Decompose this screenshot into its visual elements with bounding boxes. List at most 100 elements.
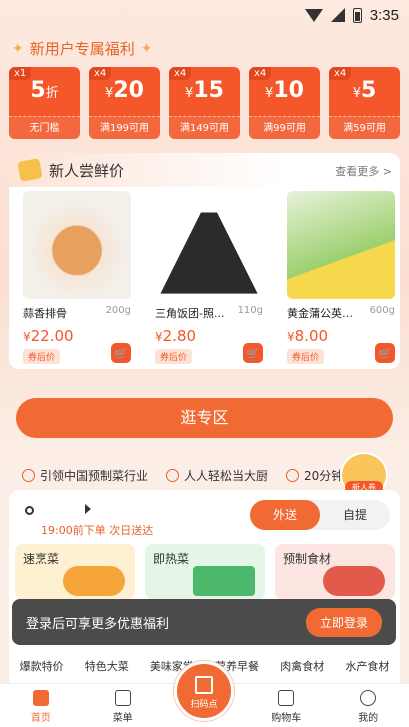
wifi-icon <box>304 8 323 22</box>
category-image <box>323 566 385 596</box>
product-price-value: 22.00 <box>30 327 74 345</box>
category-card[interactable]: 即热菜 <box>145 544 265 600</box>
category-label: 速烹菜 <box>23 552 60 566</box>
status-time: 3:35 <box>369 6 399 24</box>
nav-label: 菜单 <box>112 713 133 724</box>
currency-symbol: ¥ <box>352 86 361 101</box>
coupon-card[interactable]: x4 ¥5 满59可用 <box>329 67 400 139</box>
status-bar: 3:35 <box>0 0 409 30</box>
nav-profile[interactable]: 我的 <box>338 690 398 724</box>
product-price-value: 8.00 <box>294 327 329 345</box>
toast-message: 登录后可享更多优惠福利 <box>26 616 170 632</box>
scan-label: 扫码点 <box>190 700 218 710</box>
coupon-amount: ¥5 <box>329 78 400 103</box>
coupon-condition: 无门槛 <box>9 116 80 139</box>
nav-menu[interactable]: 菜单 <box>93 690 153 724</box>
coupon-condition: 满59可用 <box>329 116 400 139</box>
nav-cart[interactable]: 购物车 <box>256 690 316 724</box>
nav-home[interactable]: 首页 <box>11 690 71 724</box>
coupon-card[interactable]: x1 5折 无门槛 <box>9 67 80 139</box>
product-list: 蒜香排骨 200g ¥22.00 券后价 🛒 三角饭团-照... 110g ¥2.8… <box>9 191 400 366</box>
category-image <box>193 566 255 596</box>
sparkle-icon: ✦ <box>140 40 153 57</box>
after-coupon-badge: 券后价 <box>23 349 61 364</box>
nav-label: 首页 <box>30 713 51 724</box>
see-more-link[interactable]: 查看更多 > <box>335 163 392 179</box>
tasting-icon <box>17 158 43 182</box>
enter-zone-button[interactable]: 逛专区 <box>16 398 393 438</box>
battery-icon <box>352 7 362 23</box>
new-user-title: ✦ 新用户专属福利 ✦ <box>12 38 152 59</box>
ticker-text: 引领中国预制菜行业 <box>40 468 149 483</box>
login-toast: 登录后可享更多优惠福利 立即登录 <box>12 599 396 645</box>
signal-icon <box>330 8 345 22</box>
coupon-value: 20 <box>113 78 144 103</box>
delivery-time: 19:00前下单 次日送达 <box>41 524 154 537</box>
add-to-cart-button[interactable]: 🛒 <box>243 343 263 363</box>
category-card[interactable]: 速烹菜 <box>15 544 135 600</box>
ticker-text: 20分钟 <box>304 468 344 483</box>
product-name: 三角饭团-照... <box>155 307 225 320</box>
chevron-right-icon[interactable] <box>85 504 91 514</box>
sub-category-item[interactable]: 水产食材 <box>345 658 389 674</box>
home-icon <box>32 690 49 706</box>
category-image <box>63 566 125 596</box>
ticker-text: 人人轻松当大厨 <box>184 468 269 483</box>
product-image <box>287 191 395 299</box>
category-row: 速烹菜 即热菜 预制食材 <box>15 544 395 600</box>
login-now-button[interactable]: 立即登录 <box>305 607 382 637</box>
coupon-value: 5 <box>30 78 46 103</box>
coupon-card[interactable]: x4 ¥10 满99可用 <box>249 67 320 139</box>
mode-pickup[interactable]: 自提 <box>320 500 390 530</box>
category-card[interactable]: 预制食材 <box>275 544 395 600</box>
order-card: 19:00前下单 次日送达 外送 自提 速烹菜 即热菜 预制食材 爆款特价 特色… <box>9 490 400 690</box>
scan-order-button[interactable]: 扫码点 <box>174 661 234 721</box>
clock-icon <box>286 468 300 482</box>
slogan-icon <box>22 468 35 482</box>
product-name: 蒜香排骨 <box>23 307 67 320</box>
product-card[interactable]: 三角饭团-照... 110g ¥2.80 券后价 🛒 <box>155 191 273 366</box>
menu-book-icon <box>114 690 131 706</box>
add-to-cart-button[interactable]: 🛒 <box>111 343 131 363</box>
sub-category-item[interactable]: 特色大菜 <box>85 658 129 674</box>
coupon-card[interactable]: x4 ¥20 满199可用 <box>89 67 160 139</box>
coupon-amount: ¥10 <box>249 78 320 103</box>
mode-delivery[interactable]: 外送 <box>250 500 320 530</box>
product-card[interactable]: 黄金蒲公英菜... 600g ¥8.00 券后价 🛒 <box>287 191 400 366</box>
product-weight: 200g <box>105 305 131 316</box>
new-user-tasting-card: 新人尝鲜价 查看更多 > 蒜香排骨 200g ¥22.00 券后价 🛒 三角饭团-… <box>9 153 400 369</box>
scan-icon <box>195 676 213 694</box>
product-name: 黄金蒲公英菜... <box>287 307 359 320</box>
coupon-value: 10 <box>273 78 304 103</box>
chef-hat-icon <box>166 468 180 482</box>
ticker-item: 20分钟 <box>286 467 343 484</box>
coupon-row: x1 5折 无门槛 x4 ¥20 满199可用 x4 ¥15 满149可用 x4… <box>9 67 400 139</box>
tasting-title: 新人尝鲜价 <box>49 161 125 180</box>
category-label: 预制食材 <box>283 552 332 566</box>
coupon-amount: ¥15 <box>169 78 240 103</box>
product-weight: 110g <box>237 305 263 316</box>
delivery-mode-toggle: 外送 自提 <box>250 500 390 530</box>
location-pin-icon[interactable] <box>25 506 34 515</box>
after-coupon-badge: 券后价 <box>155 349 193 364</box>
coupon-amount: 5折 <box>9 78 80 103</box>
after-coupon-badge: 券后价 <box>287 349 325 364</box>
add-to-cart-button[interactable]: 🛒 <box>375 343 395 363</box>
coupon-card[interactable]: x4 ¥15 满149可用 <box>169 67 240 139</box>
coupon-condition: 满149可用 <box>169 116 240 139</box>
ticker-item: 引领中国预制菜行业 <box>22 467 148 484</box>
new-user-title-text: 新用户专属福利 <box>29 40 135 58</box>
cart-icon <box>278 690 295 706</box>
coupon-amount: ¥20 <box>89 78 160 103</box>
nav-label: 购物车 <box>271 713 302 724</box>
coupon-unit: 折 <box>45 86 59 101</box>
coupon-condition: 满199可用 <box>89 116 160 139</box>
sub-category-item[interactable]: 肉禽食材 <box>280 658 324 674</box>
tasting-header: 新人尝鲜价 查看更多 > <box>9 153 400 187</box>
nav-label: 我的 <box>358 713 379 724</box>
product-card[interactable]: 蒜香排骨 200g ¥22.00 券后价 🛒 <box>23 191 141 366</box>
product-weight: 600g <box>369 305 395 316</box>
coupon-value: 5 <box>360 78 377 103</box>
sparkle-icon: ✦ <box>12 40 24 57</box>
sub-category-item[interactable]: 爆款特价 <box>20 658 64 674</box>
